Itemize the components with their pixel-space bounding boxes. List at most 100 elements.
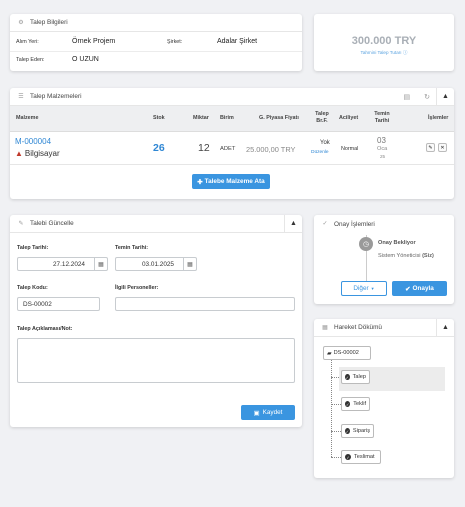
- fiyat-value: 25.000,00 TRY: [246, 145, 296, 154]
- refresh-icon[interactable]: ↻: [424, 93, 430, 101]
- duzenle-link[interactable]: Düzenle: [311, 150, 329, 155]
- caret-down-icon: ▼: [370, 286, 375, 291]
- kaydet-button[interactable]: ▣ Kaydet: [241, 405, 295, 420]
- total-amount: 300.000 TRY: [351, 35, 417, 47]
- aciklama-textarea[interactable]: [17, 338, 295, 383]
- calendar-icon[interactable]: ▦: [94, 258, 107, 270]
- edit-icon: ✎: [18, 220, 24, 227]
- alim-yeri-value: Örnek Projem: [72, 38, 116, 45]
- material-code-link[interactable]: M-000004: [15, 137, 51, 146]
- edit-row-button[interactable]: ✎: [426, 143, 435, 152]
- th-miktar: Miktar: [193, 115, 209, 121]
- check-icon: ✓: [322, 221, 328, 227]
- material-name: ▲ Bilgisayar: [15, 149, 60, 158]
- kaydet-label: Kaydet: [262, 409, 283, 416]
- tree-node-teslimat[interactable]: ✓ Teslimat: [341, 450, 381, 464]
- talep-brf-value: Yok: [320, 140, 330, 146]
- save-icon: ▣: [253, 409, 260, 417]
- check-circle-icon: ✓: [345, 374, 350, 380]
- sirket-value: Adalar Şirket: [217, 38, 258, 45]
- malzemeler-title: Talep Malzemeleri: [30, 93, 82, 100]
- sirket-label: Şirket:: [167, 39, 183, 45]
- tree-root-node[interactable]: ▰ DS-00002: [323, 346, 371, 360]
- onay-status: Onay Bekliyor: [378, 240, 416, 246]
- th-temin-tarihi: Temin Tarihi: [372, 111, 392, 125]
- plus-icon: ✚: [197, 178, 203, 186]
- pdf-icon[interactable]: ▤: [404, 93, 411, 101]
- tree-node-teklif-label: Teklif: [353, 401, 366, 407]
- material-name-text: Bilgisayar: [24, 149, 60, 158]
- th-fiyat: G. Piyasa Fiyatı: [259, 115, 299, 121]
- collapse-hareket-button[interactable]: ▲: [436, 318, 454, 337]
- birim-value: ADET: [220, 146, 236, 152]
- diger-button[interactable]: Diğer ▼: [341, 281, 387, 296]
- guncelle-header: ✎ Talebi Güncelle ▲: [10, 214, 302, 233]
- th-malzeme: Malzeme: [16, 115, 39, 121]
- temin-day: 03: [377, 136, 386, 145]
- total-card: 300.000 TRY Tahmini Talep Tutarı ⓘ: [314, 14, 454, 71]
- warning-icon: ▲: [15, 149, 23, 158]
- onay-card: ✓ Onay İşlemleri ◷ Onay Bekliyor Sistem …: [314, 215, 454, 304]
- tree-branch-siparis: [331, 431, 341, 432]
- tree-node-talep[interactable]: ✓ Talep: [341, 370, 370, 384]
- total-caption: Tahmini Talep Tutarı ⓘ: [314, 50, 454, 56]
- malzemeler-header: ☰ Talep Malzemeleri ▤ ↻ ▲: [10, 87, 454, 106]
- talep-kodu-input[interactable]: DS-00002: [17, 297, 100, 311]
- onayla-button[interactable]: ✔ Onayla: [392, 281, 447, 296]
- check-circle-icon: ✓: [345, 401, 351, 407]
- calendar-icon[interactable]: ▦: [183, 258, 196, 270]
- temin-tarihi-value: 03.01.2025: [142, 260, 174, 268]
- talep-bilgileri-header: ⚙ Talep Bilgileri: [10, 14, 302, 32]
- th-talep-brf-1: Talep: [315, 111, 329, 117]
- folder-open-icon: ▰: [327, 350, 332, 357]
- check-circle-icon: ✓: [345, 454, 351, 460]
- onay-role-text: Sistem Yöneticisi: [378, 253, 421, 259]
- table-row: M-000004 ▲ Bilgisayar 26 12 ADET 25.000,…: [10, 132, 454, 165]
- check-circle-icon: ✓: [345, 428, 350, 434]
- talep-bilgileri-card: ⚙ Talep Bilgileri Alım Yeri: Örnek Proje…: [10, 14, 302, 71]
- info-icon: ⚙: [18, 19, 24, 26]
- th-birim: Birim: [220, 115, 234, 121]
- check-icon: ✔: [405, 285, 411, 293]
- guncelle-title: Talebi Güncelle: [30, 220, 74, 227]
- hareket-card: ▦ Hareket Dökümü ▲ ▰ DS-00002 ✓ Talep ✓ …: [314, 318, 454, 478]
- collapse-guncelle-button[interactable]: ▲: [284, 214, 302, 233]
- tree-vertical-line: [331, 360, 332, 457]
- onay-role: Sistem Yöneticisi (Siz): [378, 253, 434, 259]
- guncelle-card: ✎ Talebi Güncelle ▲ Talep Tarihi: 27.12.…: [10, 214, 302, 427]
- delete-row-button[interactable]: ✕: [438, 143, 447, 152]
- onay-title: Onay İşlemleri: [334, 220, 375, 228]
- talep-tarihi-input[interactable]: 27.12.2024 ▦: [17, 257, 108, 271]
- diger-label: Diğer: [353, 285, 369, 292]
- collapse-malzemeler-button[interactable]: ▲: [436, 87, 454, 106]
- malzemeler-card: ☰ Talep Malzemeleri ▤ ↻ ▲ Malzeme Stok M…: [10, 87, 454, 199]
- tree-node-siparis[interactable]: ✓ Sipariş: [341, 424, 374, 438]
- temin-month: Oca: [377, 146, 388, 152]
- pencil-icon: ✎: [428, 144, 433, 151]
- talep-bilgileri-title: Talep Bilgileri: [30, 19, 68, 26]
- talep-eden-value: O UZUN: [72, 56, 99, 63]
- th-talep-brf: Talep Br.F.: [315, 111, 329, 125]
- temin-tarihi-input[interactable]: 03.01.2025 ▦: [115, 257, 197, 271]
- close-icon: ✕: [440, 144, 445, 151]
- hareket-header: ▦ Hareket Dökümü ▲: [314, 318, 454, 337]
- talep-tarihi-value: 27.12.2024: [53, 260, 85, 268]
- miktar-value: 12: [198, 142, 210, 154]
- tree-node-teklif[interactable]: ✓ Teklif: [341, 397, 370, 411]
- onay-header: ✓ Onay İşlemleri: [314, 215, 454, 233]
- personeller-input[interactable]: [115, 297, 295, 311]
- th-talep-brf-2: Br.F.: [316, 118, 328, 124]
- clock-icon: ◷: [359, 237, 373, 251]
- talep-kodu-label: Talep Kodu:: [17, 285, 48, 291]
- tree-node-teslimat-label: Teslimat: [354, 454, 375, 460]
- th-islemler: İşlemler: [428, 115, 449, 121]
- th-aciliyet: Aciliyet: [339, 115, 359, 121]
- talep-tarihi-label: Talep Tarihi:: [17, 245, 49, 251]
- add-material-label: Talebe Malzeme Ata: [204, 178, 265, 185]
- tree-root-label: DS-00002: [333, 350, 359, 356]
- onay-role-suffix: (Siz): [422, 253, 434, 259]
- th-stok: Stok: [153, 115, 165, 121]
- hareket-title: Hareket Dökümü: [334, 324, 382, 331]
- add-material-button[interactable]: ✚ Talebe Malzeme Ata: [192, 174, 270, 189]
- stok-value[interactable]: 26: [153, 142, 165, 154]
